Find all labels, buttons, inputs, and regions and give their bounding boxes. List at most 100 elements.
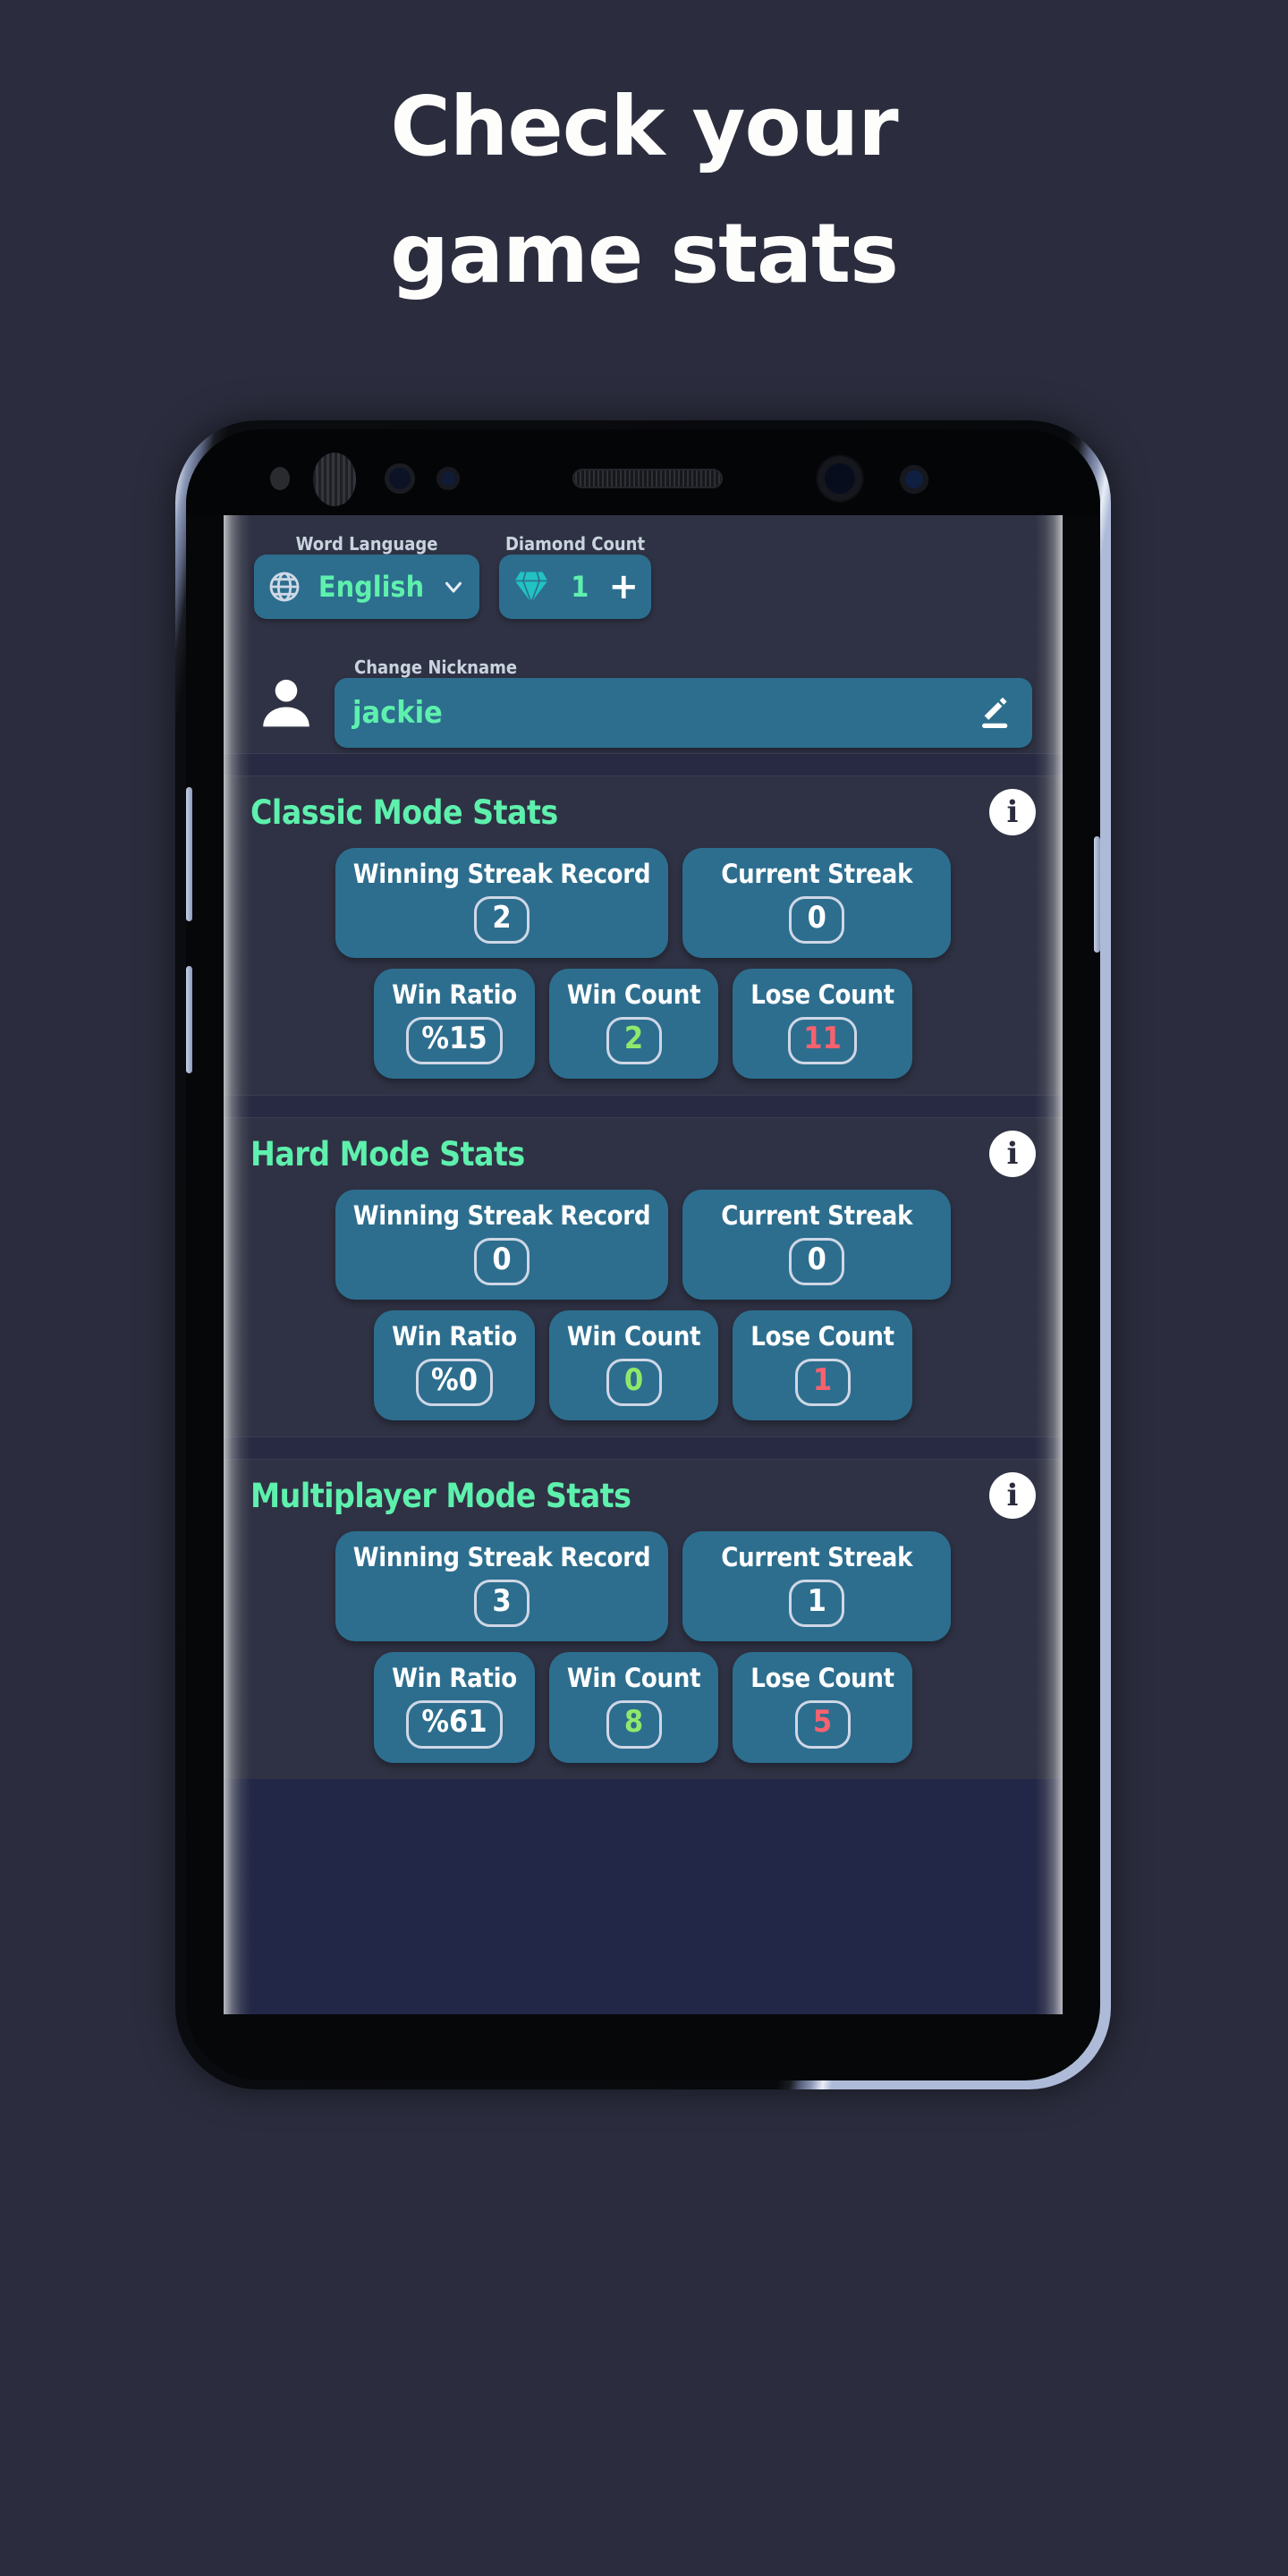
- hard-streak-row: Winning Streak Record 0 Current Streak 0: [250, 1190, 1036, 1301]
- stat-card: Win Ratio %15: [374, 969, 535, 1080]
- classic-mode-title: Classic Mode Stats: [250, 792, 558, 832]
- stat-value: 11: [788, 1017, 857, 1065]
- stat-label: Lose Count: [750, 1321, 894, 1352]
- multiplayer-counts-row: Win Ratio %61 Win Count 8 Lose Count 5: [250, 1652, 1036, 1763]
- info-icon[interactable]: i: [989, 789, 1036, 835]
- headline-line-1: Check your: [390, 79, 898, 174]
- phone-body: Word Language English Diamond Count 1 + …: [186, 429, 1100, 2080]
- volume-down-button[interactable]: [186, 966, 192, 1073]
- diamond-count-value: 1: [571, 570, 589, 604]
- stat-value: 2: [473, 896, 530, 945]
- stat-value: 1: [789, 1580, 845, 1628]
- proximity-sensor-icon: [313, 453, 356, 506]
- stat-card: Winning Streak Record 2: [335, 848, 669, 959]
- stat-value: %61: [406, 1700, 503, 1749]
- front-camera-icon: [818, 456, 862, 501]
- phone-mockup: Word Language English Diamond Count 1 + …: [175, 420, 1111, 2089]
- section-divider: [224, 753, 1063, 776]
- classic-counts-row: Win Ratio %15 Win Count 2 Lose Count 11: [250, 969, 1036, 1080]
- stat-value: %15: [406, 1017, 503, 1065]
- stat-label: Win Ratio: [392, 1663, 517, 1694]
- stat-label: Win Ratio: [392, 1321, 517, 1352]
- stat-value: 0: [789, 896, 845, 945]
- stat-value: 0: [606, 1359, 662, 1407]
- iris-scanner-icon: [385, 463, 415, 494]
- stat-card: Lose Count 11: [733, 969, 912, 1080]
- stat-label: Current Streak: [721, 1542, 913, 1573]
- stat-label: Lose Count: [750, 1663, 894, 1694]
- volume-up-button[interactable]: [186, 787, 192, 921]
- word-language-selector[interactable]: Word Language English: [254, 533, 479, 619]
- stat-card: Winning Streak Record 0: [335, 1190, 669, 1301]
- stat-label: Winning Streak Record: [352, 859, 651, 889]
- stat-value: 3: [473, 1580, 530, 1628]
- stat-card: Win Ratio %0: [374, 1310, 535, 1421]
- earpiece-speaker-icon: [572, 469, 723, 488]
- stat-card: Lose Count 1: [733, 1310, 912, 1421]
- nickname-value: jackie: [352, 695, 443, 731]
- word-language-value: English: [318, 570, 425, 604]
- power-button[interactable]: [1094, 836, 1100, 953]
- light-sensor-icon: [436, 467, 460, 490]
- section-divider: [224, 1436, 1063, 1461]
- stat-label: Lose Count: [750, 979, 894, 1011]
- hard-mode-header: Hard Mode Stats i: [250, 1131, 1036, 1178]
- stat-card: Winning Streak Record 3: [335, 1531, 669, 1642]
- stat-card: Win Count 8: [548, 1652, 719, 1763]
- info-icon[interactable]: i: [989, 1472, 1036, 1520]
- stat-card: Win Count 2: [548, 969, 719, 1080]
- hard-counts-row: Win Ratio %0 Win Count 0 Lose Count 1: [250, 1310, 1036, 1421]
- stat-card: Lose Count 5: [733, 1652, 912, 1763]
- globe-icon: [267, 569, 302, 605]
- stat-label: Win Count: [566, 1663, 701, 1694]
- screenshot-canvas: Check your game stats Word Language Engl…: [0, 0, 1288, 2576]
- info-icon[interactable]: i: [989, 1131, 1036, 1178]
- diamond-icon: [512, 567, 551, 606]
- hard-mode-stats-section: Hard Mode Stats i Winning Streak Record …: [224, 1118, 1063, 1436]
- phone-screen: Word Language English Diamond Count 1 + …: [224, 515, 1063, 2014]
- stat-label: Current Streak: [721, 859, 913, 889]
- change-nickname-field[interactable]: Change Nickname jackie: [335, 657, 1032, 748]
- multiplayer-mode-title: Multiplayer Mode Stats: [250, 1476, 631, 1515]
- stat-label: Win Count: [566, 1321, 701, 1352]
- change-nickname-label: Change Nickname: [354, 657, 518, 678]
- multiplayer-streak-row: Winning Streak Record 3 Current Streak 1: [250, 1531, 1036, 1642]
- multiplayer-mode-stats-section: Multiplayer Mode Stats i Winning Streak …: [224, 1460, 1063, 1778]
- classic-streak-row: Winning Streak Record 2 Current Streak 0: [250, 848, 1036, 959]
- stat-label: Win Count: [566, 979, 701, 1011]
- stat-card: Win Count 0: [548, 1310, 719, 1421]
- secondary-camera-icon: [900, 465, 928, 494]
- diamond-count-label: Diamond Count: [504, 533, 646, 555]
- multiplayer-mode-header: Multiplayer Mode Stats i: [250, 1472, 1036, 1520]
- chevron-down-icon[interactable]: [440, 573, 467, 600]
- stat-card: Win Ratio %61: [374, 1652, 535, 1763]
- headline-line-2: game stats: [390, 206, 899, 301]
- stat-value: 2: [606, 1017, 662, 1065]
- stat-value: 0: [789, 1238, 845, 1286]
- stat-value: %0: [416, 1359, 493, 1407]
- stat-card: Current Streak 1: [682, 1531, 952, 1642]
- page-title: Check your game stats: [0, 86, 1288, 295]
- stat-label: Winning Streak Record: [352, 1542, 651, 1573]
- pencil-icon[interactable]: [975, 693, 1014, 733]
- phone-bezel: [186, 429, 1100, 515]
- stat-card: Current Streak 0: [682, 848, 952, 959]
- stat-value: 8: [606, 1700, 662, 1749]
- stat-card: Current Streak 0: [682, 1190, 952, 1301]
- diamond-count-widget[interactable]: Diamond Count 1 +: [499, 533, 651, 619]
- person-icon: [254, 671, 318, 735]
- stat-value: 5: [794, 1700, 851, 1749]
- sensor-dot-icon: [270, 467, 290, 490]
- nickname-row: Change Nickname jackie: [254, 657, 1032, 753]
- stat-label: Win Ratio: [392, 979, 517, 1011]
- word-language-label: Word Language: [295, 533, 438, 555]
- hard-mode-title: Hard Mode Stats: [250, 1134, 525, 1174]
- stat-label: Winning Streak Record: [352, 1200, 651, 1232]
- stat-value: 1: [794, 1359, 851, 1407]
- settings-top-row: Word Language English Diamond Count 1 +: [254, 531, 1032, 619]
- stat-label: Current Streak: [721, 1200, 913, 1232]
- classic-mode-stats-section: Classic Mode Stats i Winning Streak Reco…: [224, 776, 1063, 1095]
- empty-bottom-area: [224, 1778, 1063, 2014]
- section-divider: [224, 1095, 1063, 1119]
- add-diamond-button[interactable]: +: [608, 569, 639, 605]
